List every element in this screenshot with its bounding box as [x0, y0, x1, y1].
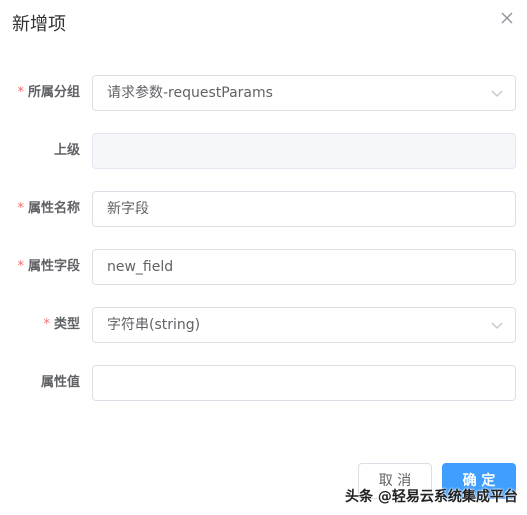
- parent-field: [92, 133, 516, 169]
- required-mark: *: [43, 317, 50, 332]
- type-select-value: 字符串(string): [107, 317, 201, 333]
- group-label: * 所属分组: [17, 75, 80, 111]
- add-item-dialog: 新增项 * 所属分组 请求参数-requestParams 上级 * 属性名称 新字…: [0, 0, 527, 515]
- attr-field-label-text: 属性字段: [27, 259, 80, 274]
- form-row-group: * 所属分组 请求参数-requestParams: [0, 75, 527, 111]
- type-select[interactable]: 字符串(string): [92, 307, 516, 343]
- group-label-text: 所属分组: [27, 85, 80, 100]
- type-label: * 类型: [43, 307, 80, 343]
- dialog-title: 新增项: [12, 14, 66, 35]
- type-label-text: 类型: [53, 317, 80, 332]
- attr-name-label-text: 属性名称: [27, 201, 80, 216]
- form-row-attr-value: 属性值: [0, 365, 527, 401]
- form-row-attr-field: * 属性字段 new_field: [0, 249, 527, 285]
- watermark: 头条 @轻易云系统集成平台: [345, 489, 518, 505]
- attr-name-label: * 属性名称: [17, 191, 80, 227]
- attr-field-label: * 属性字段: [17, 249, 80, 285]
- group-select-value: 请求参数-requestParams: [107, 85, 273, 101]
- attr-value-input[interactable]: [92, 365, 516, 401]
- chevron-down-icon: [491, 322, 503, 329]
- form-row-parent: 上级: [0, 133, 527, 169]
- form-row-attr-name: * 属性名称 新字段: [0, 191, 527, 227]
- required-mark: *: [17, 201, 24, 216]
- form-row-type: * 类型 字符串(string): [0, 307, 527, 343]
- close-icon[interactable]: [499, 10, 515, 26]
- attr-name-input[interactable]: 新字段: [92, 191, 516, 227]
- attr-value-label: 属性值: [40, 375, 80, 390]
- attr-field-input[interactable]: new_field: [92, 249, 516, 285]
- parent-label: 上级: [53, 143, 80, 158]
- group-select[interactable]: 请求参数-requestParams: [92, 75, 516, 111]
- required-mark: *: [17, 85, 24, 100]
- required-mark: *: [17, 259, 24, 274]
- chevron-down-icon: [491, 90, 503, 97]
